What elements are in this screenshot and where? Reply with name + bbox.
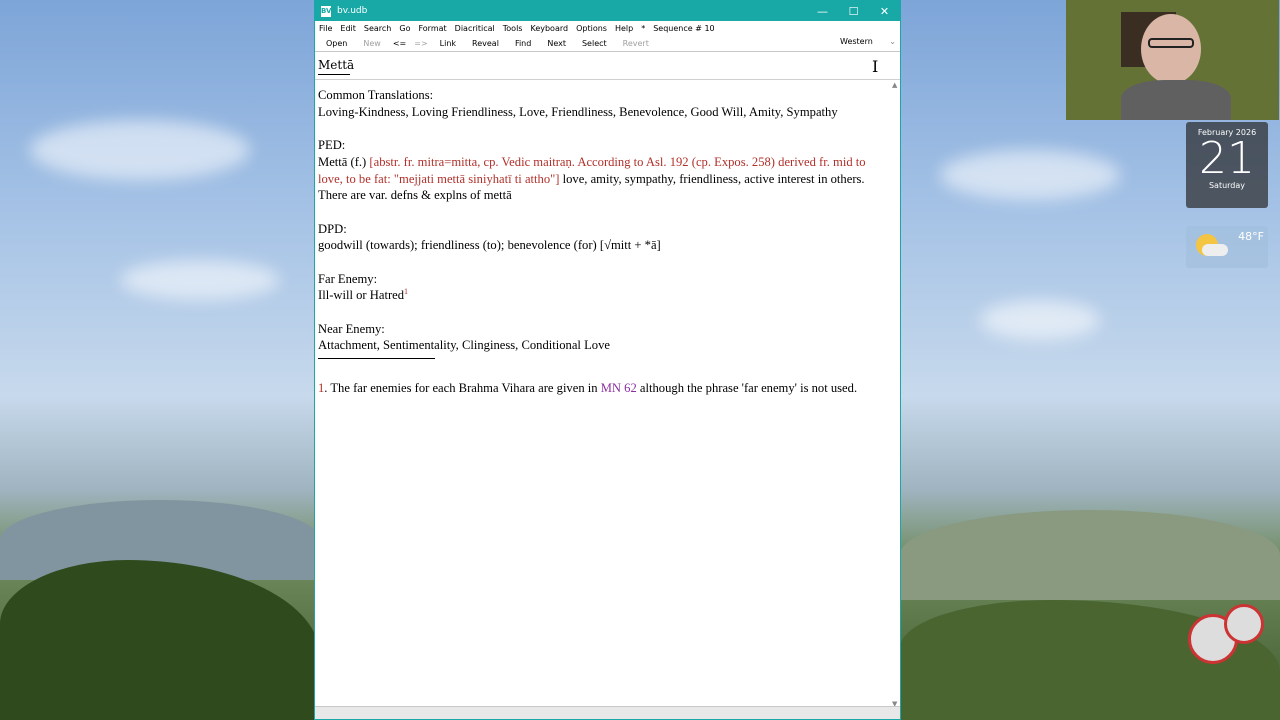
headword-underline [318, 74, 350, 75]
calendar-gadget[interactable]: February 2026 21 Saturday [1186, 122, 1268, 208]
headword-field [315, 52, 900, 80]
calendar-day: 21 [1199, 133, 1255, 184]
back-button[interactable]: <= [391, 39, 408, 48]
near-enemy-heading: Near Enemy: [318, 321, 385, 336]
menu-help[interactable]: Help [615, 24, 633, 33]
hill [900, 510, 1280, 600]
text-cursor-icon: I [872, 57, 879, 76]
weather-temperature: 48°F [1238, 230, 1264, 243]
minimize-icon[interactable]: — [807, 5, 838, 18]
find-button[interactable]: Find [509, 39, 537, 48]
dpd-heading: DPD: [318, 221, 347, 236]
forward-button[interactable]: => [412, 39, 429, 48]
cloud [120, 260, 280, 300]
language-value: Western [840, 37, 873, 46]
footnote-separator [318, 358, 435, 360]
ped-heading: PED: [318, 138, 346, 153]
menu-star[interactable]: * [641, 24, 645, 33]
cloud [30, 120, 250, 180]
person-body [1121, 80, 1231, 120]
sequence-label: Sequence # 10 [653, 23, 715, 33]
title-bar[interactable]: BV bv.udb — ☐ ✕ [315, 1, 900, 21]
new-button[interactable]: New [357, 39, 386, 48]
footnote-ref[interactable]: 1 [404, 287, 408, 296]
menu-search[interactable]: Search [364, 24, 391, 33]
open-button[interactable]: Open [320, 39, 353, 48]
scroll-up-icon[interactable]: ▲ [892, 81, 897, 89]
menu-keyboard[interactable]: Keyboard [530, 24, 568, 33]
chevron-down-icon: ⌄ [889, 37, 896, 46]
person-head [1141, 14, 1201, 84]
menu-options[interactable]: Options [576, 24, 607, 33]
select-button[interactable]: Select [576, 39, 613, 48]
window-title: bv.udb [337, 6, 368, 16]
app-window: BV bv.udb — ☐ ✕ File Edit Search Go Form… [314, 0, 901, 720]
trees [0, 560, 320, 720]
language-select[interactable]: Western ⌄ [840, 37, 896, 48]
menu-tools[interactable]: Tools [503, 24, 523, 33]
cloud [940, 150, 1120, 200]
cloud-icon [1202, 244, 1228, 256]
memory-meter-gadget[interactable] [1224, 604, 1264, 644]
mn62-link[interactable]: MN 62 [601, 381, 637, 395]
footnote-text-pre: . The far enemies for each Brahma Vihara… [324, 381, 601, 396]
near-enemy-text: Attachment, Sentimentality, Clinginess, … [318, 338, 610, 353]
vertical-scrollbar[interactable]: ▲ ▼ [890, 81, 900, 708]
horizontal-scrollbar[interactable] [315, 706, 900, 719]
close-icon[interactable]: ✕ [869, 5, 900, 18]
far-enemy-heading: Far Enemy: [318, 271, 378, 286]
menu-go[interactable]: Go [399, 24, 410, 33]
footnote-text-post: although the phrase 'far enemy' is not u… [636, 381, 858, 396]
revert-button[interactable]: Revert [617, 39, 655, 48]
common-heading: Common Translations: [318, 88, 434, 102]
footnote: 1. The far enemies for each Brahma Vihar… [318, 380, 890, 397]
webcam-overlay [1066, 0, 1279, 120]
glasses [1148, 38, 1194, 48]
cloud [980, 300, 1100, 340]
headword-input[interactable] [318, 58, 718, 72]
app-icon: BV [321, 5, 332, 17]
next-button[interactable]: Next [541, 39, 572, 48]
link-button[interactable]: Link [434, 39, 462, 48]
entry-content[interactable]: Common Translations: Loving-Kindness, Lo… [318, 87, 890, 397]
menu-file[interactable]: File [319, 24, 332, 33]
ped-word: Mettā (f.) [318, 154, 370, 169]
menu-bar: File Edit Search Go Format Diacritical T… [315, 21, 900, 35]
ped-text: Mettā (f.) [abstr. fr. mitra=mitta, cp. … [318, 154, 890, 204]
common-text: Loving-Kindness, Loving Friendliness, Lo… [318, 104, 838, 119]
weather-gadget[interactable]: 48°F [1186, 226, 1268, 268]
menu-edit[interactable]: Edit [340, 24, 356, 33]
far-enemy-value: Ill-will or Hatred [318, 288, 405, 303]
toolbar: Open New <= => Link Reveal Find Next Sel… [315, 35, 900, 52]
reveal-button[interactable]: Reveal [466, 39, 505, 48]
maximize-icon[interactable]: ☐ [838, 5, 869, 18]
far-enemy-text: Ill-will or Hatred1 [318, 287, 890, 304]
dpd-text: goodwill (towards); friendliness (to); b… [318, 238, 661, 253]
menu-diacritical[interactable]: Diacritical [455, 24, 495, 33]
menu-format[interactable]: Format [418, 24, 446, 33]
